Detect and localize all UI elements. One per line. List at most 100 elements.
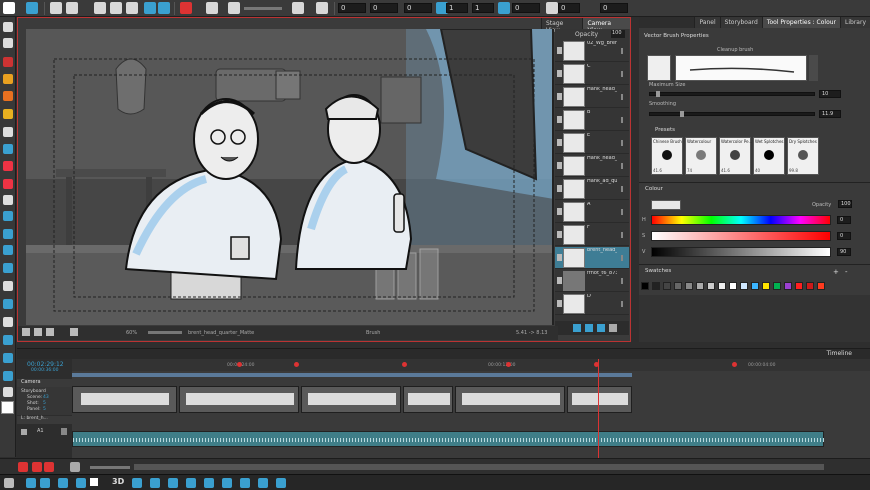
zoom-in-icon[interactable]: [144, 2, 156, 14]
current-color-swatch[interactable]: [1, 401, 14, 414]
add-vector-icon[interactable]: [585, 324, 593, 332]
skew-field[interactable]: 0: [558, 3, 580, 13]
record-icon[interactable]: [18, 462, 28, 472]
playhead[interactable]: [598, 359, 599, 459]
color-swatch[interactable]: [751, 282, 759, 290]
colour-preview[interactable]: [651, 200, 681, 210]
pencil-icon[interactable]: [3, 2, 15, 14]
storyboard-clip[interactable]: [72, 386, 177, 413]
scale-x-field[interactable]: 1: [446, 3, 468, 13]
chevron-right-icon[interactable]: [809, 55, 818, 81]
tab-camera-view[interactable]: Camera View: [582, 18, 630, 34]
time-ruler[interactable]: 00:00:24:00 00:00:12:00 00:00:04:00: [72, 359, 870, 371]
color-swatch[interactable]: [696, 282, 704, 290]
menu-icon[interactable]: [621, 255, 623, 261]
pen-icon[interactable]: [3, 335, 13, 345]
eye-icon[interactable]: [557, 116, 562, 123]
tab-panel[interactable]: Panel: [694, 17, 720, 28]
timeline-scrollbar[interactable]: [134, 464, 824, 470]
add-scene-icon[interactable]: [32, 462, 42, 472]
list-item[interactable]: D: [555, 293, 629, 315]
keyframe-icon[interactable]: [204, 478, 214, 488]
color-swatch[interactable]: [729, 282, 737, 290]
color-swatch[interactable]: [674, 282, 682, 290]
rotate-icon[interactable]: [498, 2, 510, 14]
list-item[interactable]: 02_Wg_Brent_Hot_el_INT_N05: [555, 40, 629, 62]
render-icon[interactable]: [258, 478, 268, 488]
color-swatch[interactable]: [773, 282, 781, 290]
list-item[interactable]: B: [555, 109, 629, 131]
scrollbar-thumb[interactable]: [134, 464, 824, 470]
line-tool-icon[interactable]: [3, 353, 13, 363]
motion-icon[interactable]: [222, 478, 232, 488]
color-swatch[interactable]: [707, 282, 715, 290]
layer-icon[interactable]: [150, 478, 160, 488]
contour-icon[interactable]: [50, 2, 62, 14]
tab-storyboard[interactable]: Storyboard: [719, 17, 762, 28]
storyboard-clip[interactable]: [567, 386, 632, 413]
shot-value[interactable]: 5: [43, 401, 46, 406]
select-tool-icon[interactable]: [3, 22, 13, 32]
cutter-icon[interactable]: [66, 2, 78, 14]
timeline-tracks[interactable]: 00:00:24:00 00:00:12:00 00:00:04:00: [72, 359, 870, 459]
transform-panel-icon[interactable]: [186, 478, 196, 488]
list-item[interactable]: E: [555, 132, 629, 154]
slider-knob[interactable]: [656, 91, 660, 97]
slider-knob[interactable]: [680, 111, 684, 117]
opacity-field[interactable]: 100: [611, 30, 625, 38]
text-tool-icon[interactable]: [3, 127, 13, 137]
menu-icon[interactable]: [621, 140, 623, 146]
camera-track-label[interactable]: Camera: [17, 379, 72, 387]
paint-bucket-icon[interactable]: [3, 161, 13, 171]
morph-icon[interactable]: [3, 245, 13, 255]
x-field[interactable]: 0: [338, 3, 366, 13]
brush-swatch-preview[interactable]: [647, 55, 671, 81]
transform-icon[interactable]: [110, 2, 122, 14]
opacity-icon[interactable]: [228, 2, 240, 14]
scene-marker[interactable]: [732, 362, 737, 367]
trash-icon[interactable]: [609, 324, 617, 332]
storyboard-clip[interactable]: [403, 386, 453, 413]
storyboard-clip[interactable]: [301, 386, 401, 413]
play-icon[interactable]: [40, 478, 50, 488]
scene-marker[interactable]: [402, 362, 407, 367]
eye-icon[interactable]: [557, 231, 562, 238]
preset-dry-splotches[interactable]: Dry Splotches 99.8: [787, 137, 819, 175]
list-item[interactable]: Hank_ad_quart: [555, 178, 629, 200]
eraser-icon[interactable]: [3, 109, 13, 119]
select-icon[interactable]: [94, 2, 106, 14]
remove-swatch-icon[interactable]: -: [845, 268, 848, 276]
eye-icon[interactable]: [557, 300, 562, 307]
grid-icon[interactable]: [22, 328, 30, 336]
add-panel-icon[interactable]: [44, 462, 54, 472]
layer-track-label[interactable]: L: brent_h...: [17, 416, 72, 424]
tab-tool-properties[interactable]: Tool Properties : Colour: [761, 17, 841, 28]
camera-tool-icon[interactable]: [3, 263, 13, 273]
list-item[interactable]: Hank_head_quarter_Matte: [555, 155, 629, 177]
menu-icon[interactable]: [621, 94, 623, 100]
scene-marker[interactable]: [294, 362, 299, 367]
preset-watercolour[interactable]: Watercolour 74: [685, 137, 717, 175]
camera-icon[interactable]: [132, 478, 142, 488]
first-frame-icon[interactable]: [26, 478, 36, 488]
pencil-tool-icon[interactable]: [3, 74, 13, 84]
split-icon[interactable]: [70, 462, 80, 472]
color-swatch[interactable]: [718, 282, 726, 290]
menu-icon[interactable]: [621, 278, 623, 284]
color-swatch[interactable]: [685, 282, 693, 290]
zoom-slider[interactable]: [148, 331, 182, 334]
eye-icon[interactable]: [557, 93, 562, 100]
rectangle-icon[interactable]: [3, 144, 13, 154]
list-item[interactable]: A: [555, 201, 629, 223]
export-icon[interactable]: [276, 478, 286, 488]
sound-icon[interactable]: [76, 478, 86, 488]
menu-icon[interactable]: [621, 232, 623, 238]
eye-icon[interactable]: [557, 139, 562, 146]
scale-y-field[interactable]: 1: [472, 3, 494, 13]
color-swatch[interactable]: [663, 282, 671, 290]
speaker-icon[interactable]: [21, 429, 27, 435]
list-item[interactable]: frnot_t6_8734_00: [555, 270, 629, 292]
zoom-tool-icon[interactable]: [3, 281, 13, 291]
tab-stage-view[interactable]: Stage View: [541, 18, 583, 34]
tab-library[interactable]: Library: [840, 17, 870, 28]
